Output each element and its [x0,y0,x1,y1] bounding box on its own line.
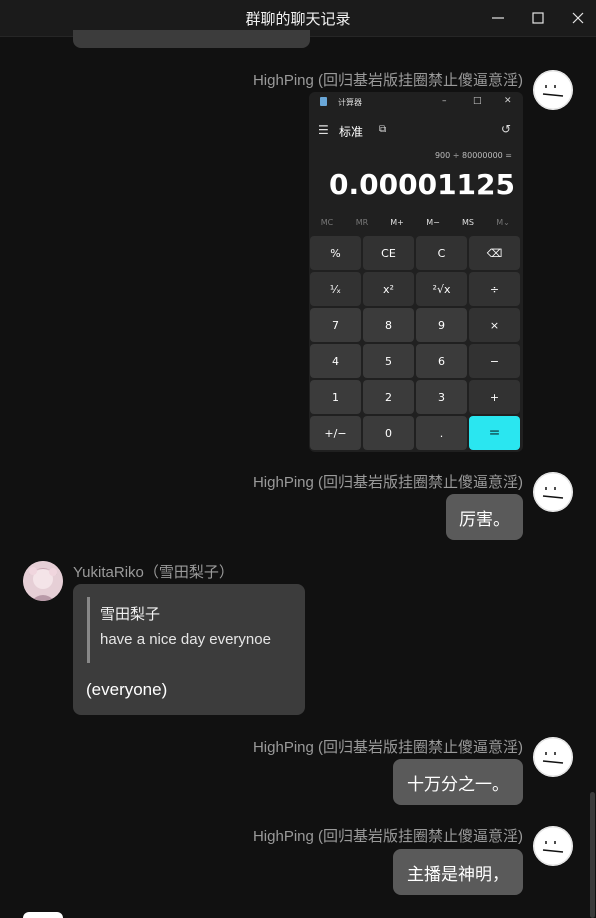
minimize-icon [492,17,504,19]
calculator-expression: 900 ÷ 80000000 = [434,151,512,160]
quote-bar [87,597,90,663]
calc-key: 8 [363,308,414,342]
avatar[interactable] [533,826,573,866]
quote-text: have a nice day everynoe [100,631,271,648]
message-bubble[interactable]: 十万分之一。 [393,759,523,805]
calc-key: ¹⁄ₓ [310,272,361,306]
calc-key: 0 [363,416,414,450]
memory-key: MC [320,218,334,227]
memory-key: M− [426,218,440,227]
calc-key-equals: = [469,416,520,450]
hamburger-menu-icon: ☰ [318,123,329,137]
calc-key: 9 [416,308,467,342]
calc-key: 1 [310,380,361,414]
message-text: (everyone) [86,680,168,699]
avatar[interactable] [533,737,573,777]
calculator-screenshot[interactable]: 计算器 – □ ✕ ☰ 标准 ⧉ ↺ 900 ÷ 80000000 = 0.00… [309,92,523,452]
sender-name: YukitaRiko（雪田梨子） [73,564,234,581]
calc-key: 6 [416,344,467,378]
avatar-face-icon [533,472,573,512]
message-bubble[interactable]: 厉害。 [446,494,523,540]
calc-key: + [469,380,520,414]
calc-key: ÷ [469,272,520,306]
avatar-face-icon [533,826,573,866]
minimize-button[interactable] [478,0,518,36]
memory-key: MS [462,218,474,227]
memory-key: M+ [390,218,404,227]
calc-key: +/− [310,416,361,450]
memory-row: MC MR M+ M− MS M⌄ [309,218,523,232]
sender-name: HighPing (回归基岩版挂圈禁止傻逼意淫) [252,828,523,845]
close-button[interactable] [558,0,596,36]
calculator-title: 计算器 [338,98,362,107]
calc-key: x² [363,272,414,306]
calc-key: × [469,308,520,342]
calculator-app-icon [320,97,327,106]
window-title: 群聊的聊天记录 [245,10,351,28]
maximize-icon [532,12,544,24]
calc-key: % [310,236,361,270]
memory-key: MR [355,218,369,227]
avatar-face-icon [533,70,573,110]
scrollbar-thumb[interactable] [590,792,595,918]
calc-key: C [416,236,467,270]
calc-key: . [416,416,467,450]
calc-key: ²√x [416,272,467,306]
avatar[interactable] [533,70,573,110]
close-icon [572,12,584,24]
calc-key: CE [363,236,414,270]
maximize-button[interactable] [518,0,558,36]
calculator-minimize-icon: – [442,96,447,106]
keep-on-top-icon: ⧉ [379,124,387,135]
calculator-close-icon: ✕ [504,96,512,106]
calc-key: 4 [310,344,361,378]
sender-name: HighPing (回归基岩版挂圈禁止傻逼意淫) [252,72,523,89]
calc-key: 5 [363,344,414,378]
calculator-mode: 标准 [339,125,364,139]
calc-key: 2 [363,380,414,414]
calc-key: 3 [416,380,467,414]
calculator-titlebar: 计算器 – □ ✕ [309,92,523,112]
calc-key: − [469,344,520,378]
memory-key: M⌄ [496,218,510,227]
calc-key: 7 [310,308,361,342]
avatar-anime-girl-icon [23,561,63,601]
calculator-maximize-icon: □ [473,96,482,106]
sender-name: HighPing (回归基岩版挂圈禁止傻逼意淫) [252,474,523,491]
avatar[interactable] [23,561,63,601]
message-bubble-partial [73,30,310,48]
message-bubble[interactable]: 主播是神明， [393,849,523,895]
avatar-face-icon [533,737,573,777]
calculator-result: 0.00001125 [329,168,515,201]
history-icon: ↺ [501,122,512,136]
calc-key: ⌫ [469,236,520,270]
avatar[interactable] [533,472,573,512]
quote-author: 雪田梨子 [100,606,161,623]
avatar-partial [23,912,63,918]
sender-name: HighPing (回归基岩版挂圈禁止傻逼意淫) [252,739,523,756]
